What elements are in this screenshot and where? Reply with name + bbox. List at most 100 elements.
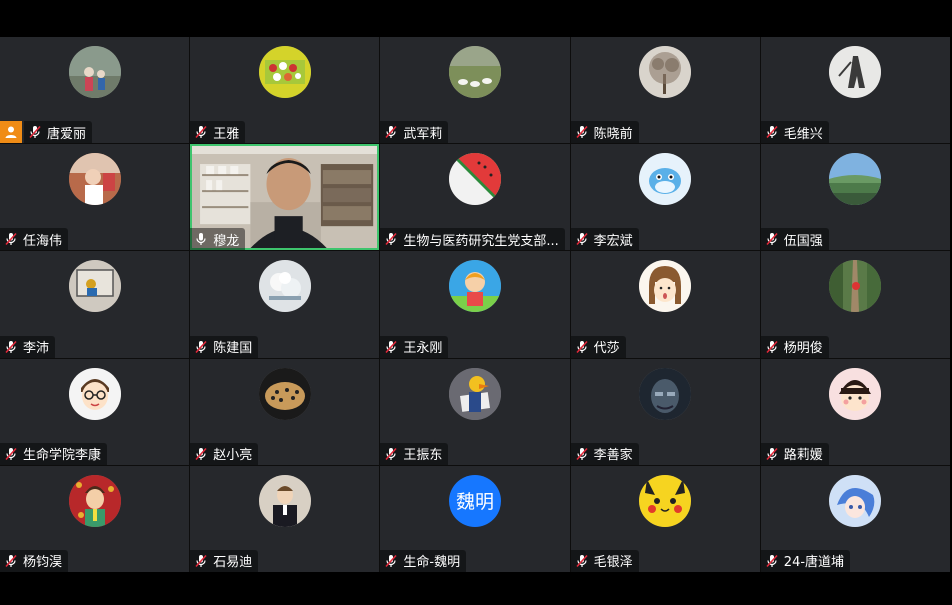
- participant-tile[interactable]: 李沛: [0, 251, 190, 358]
- participant-name: 生命-魏明: [403, 555, 461, 571]
- participant-tile[interactable]: 陈建国: [190, 251, 380, 358]
- mic-muted-icon: [576, 233, 588, 246]
- name-tag: 赵小亮: [190, 442, 259, 465]
- participant-avatar: [639, 367, 692, 420]
- mic-muted-icon: [385, 233, 397, 246]
- name-tag: 代莎: [570, 335, 626, 358]
- participant-tile[interactable]: 王雅: [190, 37, 380, 144]
- participant-tile[interactable]: 杨明俊: [760, 251, 950, 358]
- name-tag: 石易迪: [190, 549, 259, 572]
- participant-avatar: [639, 153, 692, 206]
- mic-muted-icon: [5, 340, 17, 353]
- participant-tile[interactable]: 唐爱丽: [0, 37, 190, 144]
- participant-grid: 唐爱丽 王雅 武军莉 陈晓前 毛维兴 任海伟 穆龙 生物与医药研究生党支部...…: [0, 37, 950, 572]
- participant-name: 王雅: [213, 126, 240, 142]
- name-tag: 穆龙: [190, 228, 246, 251]
- participant-name: 代莎: [593, 341, 620, 357]
- participant-name: 陈晓前: [593, 126, 633, 142]
- bottom-bar: [0, 572, 952, 605]
- mic-muted-icon: [766, 233, 778, 246]
- participant-name: 毛银泽: [593, 555, 633, 571]
- participant-name: 杨钧淏: [23, 555, 63, 571]
- participant-name: 武军莉: [403, 126, 443, 142]
- participant-avatar: [829, 153, 882, 206]
- mic-muted-icon: [766, 126, 778, 139]
- participant-avatar: [639, 474, 692, 527]
- participant-avatar: [258, 367, 311, 420]
- participant-tile[interactable]: 石易迪: [190, 465, 380, 572]
- mic-on-icon: [196, 233, 206, 246]
- participant-tile[interactable]: 陈晓前: [570, 37, 760, 144]
- name-tag: 李善家: [570, 442, 639, 465]
- name-tag: 陈建国: [190, 335, 259, 358]
- name-tag: 杨钧淏: [0, 549, 69, 572]
- participant-tile[interactable]: 生命学院李康: [0, 358, 190, 465]
- participant-avatar: 魏明: [448, 474, 501, 527]
- mic-muted-icon: [385, 447, 397, 460]
- participant-name: 王永刚: [403, 341, 443, 357]
- participant-name: 生物与医药研究生党支部...: [403, 233, 559, 249]
- mic-muted-icon: [385, 554, 397, 568]
- participant-name: 任海伟: [23, 233, 63, 249]
- name-tag: 伍国强: [760, 228, 829, 251]
- participant-tile[interactable]: 伍国强: [760, 144, 950, 251]
- participant-tile[interactable]: 王振东: [380, 358, 570, 465]
- participant-tile[interactable]: 毛银泽: [570, 465, 760, 572]
- participant-tile[interactable]: 赵小亮: [190, 358, 380, 465]
- participant-avatar: [68, 260, 121, 313]
- participant-tile[interactable]: 李善家: [570, 358, 760, 465]
- participant-tile[interactable]: 王永刚: [380, 251, 570, 358]
- top-bar: [0, 0, 952, 37]
- participant-tile[interactable]: 代莎: [570, 251, 760, 358]
- participant-tile[interactable]: 生物与医药研究生党支部...: [380, 144, 570, 251]
- participant-avatar: [258, 260, 311, 313]
- mic-muted-icon: [5, 554, 17, 568]
- mic-muted-icon: [195, 554, 207, 568]
- participant-name: 路莉媛: [783, 448, 823, 464]
- participant-tile[interactable]: 杨钧淏: [0, 465, 190, 572]
- mic-muted-icon: [29, 126, 41, 139]
- participant-tile[interactable]: 任海伟: [0, 144, 190, 251]
- participant-avatar: [829, 474, 882, 527]
- participant-name: 李善家: [593, 448, 633, 464]
- mic-muted-icon: [195, 340, 207, 353]
- mic-muted-icon: [5, 447, 17, 460]
- mic-muted-icon: [195, 447, 207, 460]
- participant-tile[interactable]: 魏明 生命-魏明: [380, 465, 570, 572]
- name-tag: 生命学院李康: [0, 442, 108, 465]
- participant-name: 毛维兴: [783, 126, 823, 142]
- name-tag: 李沛: [0, 335, 56, 358]
- participant-avatar: [448, 367, 501, 420]
- participant-tile[interactable]: 24-唐道埔: [760, 465, 950, 572]
- participant-name: 陈建国: [213, 341, 253, 357]
- name-tag: 24-唐道埔: [760, 549, 851, 572]
- name-tag: 毛维兴: [760, 121, 829, 144]
- participant-tile[interactable]: 武军莉: [380, 37, 570, 144]
- mic-muted-icon: [576, 554, 588, 568]
- name-tag: 杨明俊: [760, 335, 829, 358]
- participant-tile[interactable]: 路莉媛: [760, 358, 950, 465]
- participant-avatar: [448, 46, 501, 98]
- name-tag: 毛银泽: [570, 549, 639, 572]
- name-tag: 陈晓前: [570, 121, 639, 144]
- participant-name: 生命学院李康: [23, 448, 102, 464]
- participant-name: 石易迪: [213, 555, 253, 571]
- participant-avatar: [258, 474, 311, 527]
- mic-muted-icon: [576, 447, 588, 460]
- participant-tile[interactable]: 毛维兴: [760, 37, 950, 144]
- participant-name: 穆龙: [213, 233, 240, 249]
- name-tag: 王振东: [380, 442, 449, 465]
- mic-muted-icon: [766, 554, 778, 568]
- participant-avatar: [68, 474, 121, 527]
- participant-name: 李沛: [23, 341, 50, 357]
- participant-name: 伍国强: [783, 233, 823, 249]
- mic-muted-icon: [576, 340, 588, 353]
- participant-avatar: [448, 153, 501, 206]
- participant-tile[interactable]: 李宏斌: [570, 144, 760, 251]
- name-tag: 武军莉: [380, 121, 449, 144]
- participant-avatar: [68, 46, 121, 98]
- host-icon: [0, 121, 22, 144]
- mic-muted-icon: [766, 340, 778, 353]
- participant-name: 24-唐道埔: [783, 555, 845, 571]
- participant-tile-active-speaker[interactable]: 穆龙: [190, 144, 380, 251]
